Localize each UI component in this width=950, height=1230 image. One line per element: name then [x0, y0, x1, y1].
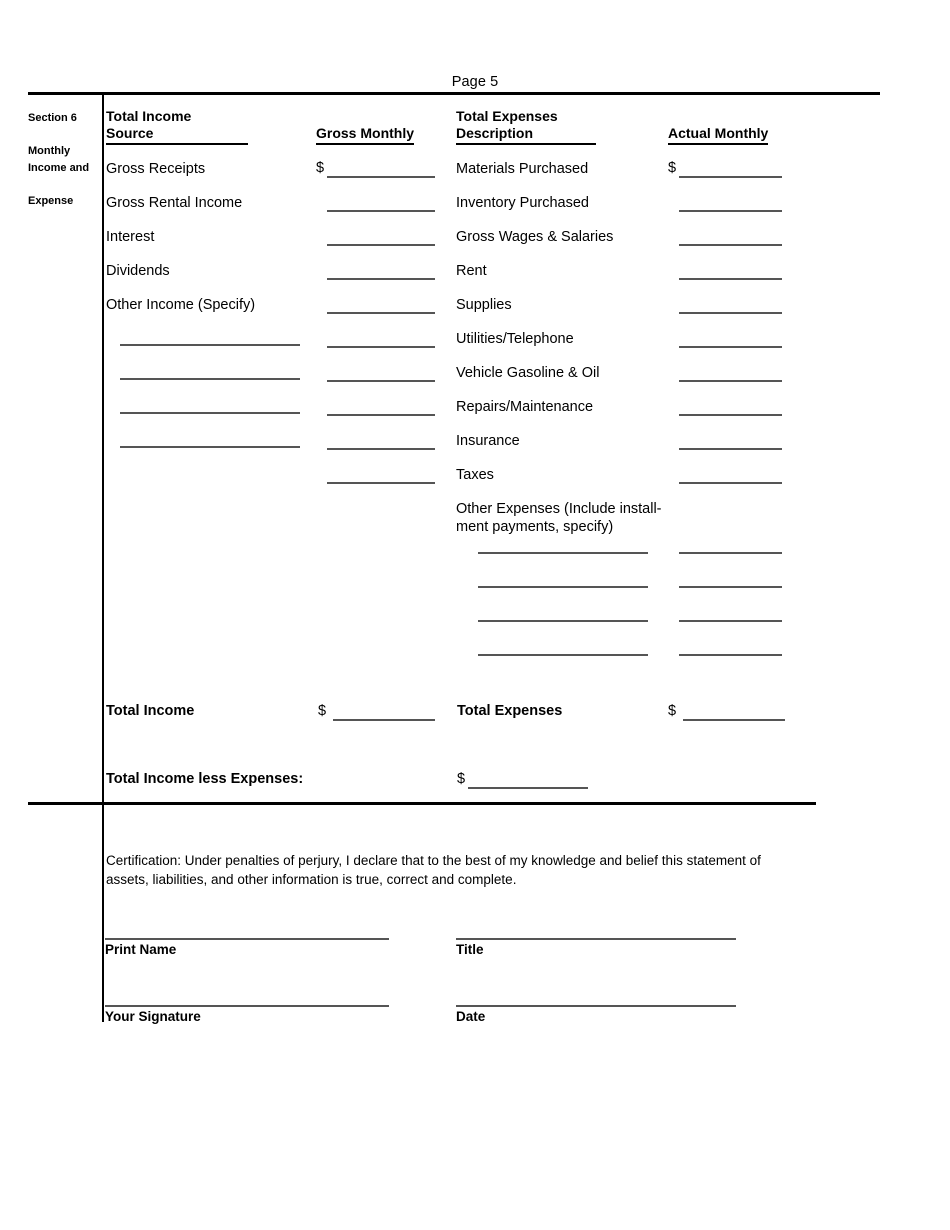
actual-monthly-amount-line[interactable]	[679, 278, 782, 280]
column-header-gross-monthly: Gross Monthly	[316, 125, 415, 145]
expense-row-label: Supplies	[456, 297, 512, 313]
total-income-less-expenses-amount-line[interactable]	[468, 787, 588, 789]
date-input-line[interactable]	[456, 1005, 736, 1007]
section-label-number: Section 6	[28, 112, 77, 124]
income-row-label: Interest	[106, 229, 155, 245]
section-label-expense: Expense	[28, 195, 74, 207]
other-expense-specify-line[interactable]	[478, 586, 648, 588]
total-income-amount-line[interactable]	[333, 719, 435, 721]
other-expense-amount-line[interactable]	[679, 552, 782, 554]
certification-text: Certification: Under penalties of perjur…	[106, 853, 761, 887]
total-income-label: Total Income	[106, 703, 195, 719]
gross-monthly-amount-line[interactable]	[327, 448, 435, 450]
signature-label: Your Signature	[105, 1009, 201, 1024]
gross-monthly-amount-line[interactable]	[327, 414, 435, 416]
page-number: Page 5	[451, 74, 499, 90]
column-header-income-source: Total Income Source	[106, 108, 248, 145]
income-row-label: Other Income (Specify)	[106, 297, 256, 313]
print-name-input-line[interactable]	[105, 938, 389, 940]
expense-row-label: Rent	[456, 263, 487, 279]
column-header-expense-description: Total Expenses Description	[456, 108, 596, 145]
actual-monthly-amount-line[interactable]	[679, 380, 782, 382]
actual-monthly-amount-line[interactable]	[679, 176, 782, 178]
print-name-label: Print Name	[105, 942, 177, 957]
total-expenses-amount-line[interactable]	[683, 719, 785, 721]
column-header-actual-monthly: Actual Monthly	[668, 125, 769, 145]
total-income-currency-symbol: $	[318, 703, 327, 719]
actual-monthly-currency-symbol: $	[668, 160, 677, 176]
income-specify-line[interactable]	[120, 378, 300, 380]
actual-monthly-amount-line[interactable]	[679, 244, 782, 246]
expense-row-label: Gross Wages & Salaries	[456, 229, 614, 245]
actual-monthly-amount-line[interactable]	[679, 482, 782, 484]
total-expenses-currency-symbol: $	[668, 703, 677, 719]
section-divider-bottom	[28, 802, 816, 805]
expense-row-label: Vehicle Gasoline & Oil	[456, 365, 600, 381]
income-specify-line[interactable]	[120, 344, 300, 346]
section-label-column: Section 6 Monthly Income and Expense	[28, 110, 98, 210]
gross-monthly-amount-line[interactable]	[327, 482, 435, 484]
net-income-currency-symbol: $	[457, 771, 466, 787]
income-row-label: Dividends	[106, 263, 170, 279]
column-header-income-line2: Source	[106, 125, 248, 145]
expense-row-label: Materials Purchased	[456, 161, 589, 177]
gross-monthly-amount-line[interactable]	[327, 244, 435, 246]
gross-monthly-amount-line[interactable]	[327, 210, 435, 212]
gross-monthly-amount-line[interactable]	[327, 380, 435, 382]
other-expense-amount-line[interactable]	[679, 654, 782, 656]
expense-row-label: Taxes	[456, 467, 494, 483]
column-header-expense-line1: Total Expenses	[456, 108, 558, 124]
actual-monthly-amount-line[interactable]	[679, 346, 782, 348]
title-label: Title	[456, 942, 484, 957]
actual-monthly-amount-line[interactable]	[679, 210, 782, 212]
actual-monthly-amount-line[interactable]	[679, 448, 782, 450]
other-expense-specify-line[interactable]	[478, 620, 648, 622]
column-header-expense-line2: Description	[456, 125, 596, 145]
other-expense-amount-line[interactable]	[679, 620, 782, 622]
date-label: Date	[456, 1009, 486, 1024]
expense-row-label: Repairs/Maintenance	[456, 399, 594, 415]
income-specify-line[interactable]	[120, 446, 300, 448]
gross-monthly-amount-line[interactable]	[327, 278, 435, 280]
header-divider-top	[28, 92, 880, 95]
actual-monthly-amount-line[interactable]	[679, 312, 782, 314]
gross-monthly-amount-line[interactable]	[327, 312, 435, 314]
income-row-label: Gross Rental Income	[106, 195, 243, 211]
gross-monthly-amount-line[interactable]	[327, 346, 435, 348]
expense-row-label: Utilities/Telephone	[456, 331, 574, 347]
total-expenses-label: Total Expenses	[457, 703, 563, 719]
other-expense-specify-line[interactable]	[478, 552, 648, 554]
other-expenses-label: Other Expenses (Include install- ment pa…	[456, 501, 662, 535]
income-row-label: Gross Receipts	[106, 161, 206, 177]
expense-row-label: Inventory Purchased	[456, 195, 589, 211]
total-income-less-expenses-label: Total Income less Expenses:	[106, 771, 304, 787]
other-expense-amount-line[interactable]	[679, 586, 782, 588]
other-expense-specify-line[interactable]	[478, 654, 648, 656]
signature-input-line[interactable]	[105, 1005, 389, 1007]
expense-row-label: Insurance	[456, 433, 520, 449]
income-specify-line[interactable]	[120, 412, 300, 414]
title-input-line[interactable]	[456, 938, 736, 940]
section-divider-vertical	[102, 92, 104, 1022]
gross-monthly-amount-line[interactable]	[327, 176, 435, 178]
column-header-income-line1: Total Income	[106, 108, 192, 124]
actual-monthly-amount-line[interactable]	[679, 414, 782, 416]
section-label-monthly-income: Monthly Income and	[28, 145, 90, 174]
gross-monthly-currency-symbol: $	[316, 160, 325, 176]
